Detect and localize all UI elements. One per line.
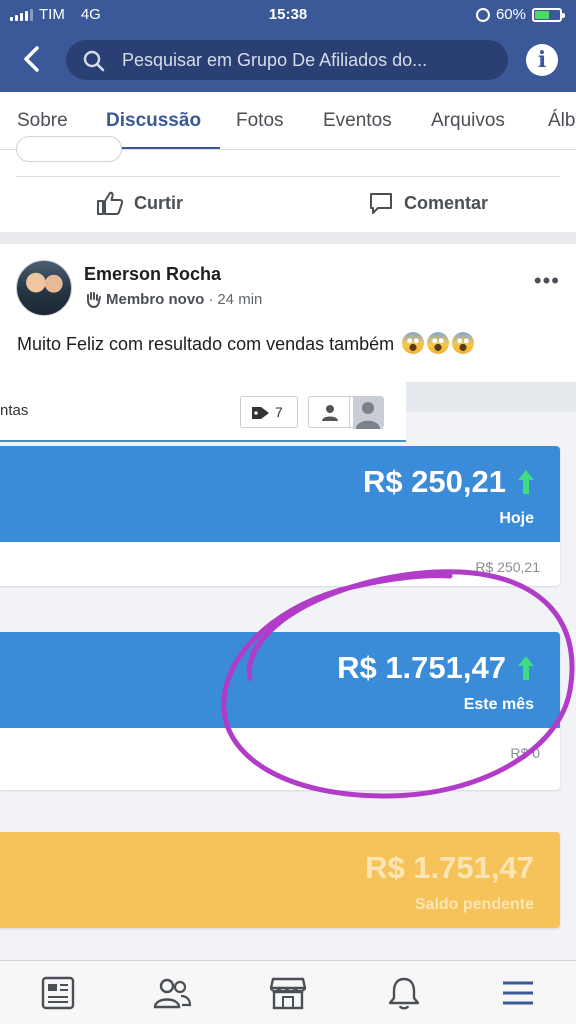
user-icon	[322, 405, 338, 421]
stat-card-month: R$ 1.751,47 Este mês R$ 0	[0, 632, 560, 790]
group-search-input[interactable]: Pesquisar em Grupo De Afiliados do...	[66, 40, 508, 80]
stat-caption: Este mês	[463, 696, 534, 713]
stat-value: R$ 1.751,47	[337, 650, 506, 685]
scream-emoji-icon	[402, 332, 425, 354]
arrow-up-icon	[518, 656, 534, 680]
info-icon: i	[537, 47, 547, 73]
stat-value: R$ 250,21	[362, 464, 506, 499]
bottom-nav	[0, 960, 576, 1024]
marketplace-icon	[269, 977, 307, 1010]
hamburger-menu-icon	[503, 981, 533, 1005]
search-icon	[83, 50, 105, 72]
divider	[349, 397, 350, 427]
photo-header-label: ntas	[0, 402, 29, 419]
tab-sobre[interactable]: Sobre	[17, 110, 68, 132]
comment-label: Comentar	[404, 192, 489, 213]
scream-emoji-icon	[452, 332, 475, 354]
search-placeholder: Pesquisar em Grupo De Afiliados do...	[122, 50, 428, 70]
photo-header: ntas 7	[0, 382, 406, 442]
tab-eventos[interactable]: Eventos	[323, 110, 392, 132]
thumbs-up-icon	[97, 191, 124, 215]
tag-count: 7	[275, 404, 283, 420]
user-badge	[308, 396, 384, 429]
photo-header-strip	[406, 382, 576, 412]
nav-notifications[interactable]	[384, 975, 424, 1011]
app-header: TIM 4G 15:38 60% Pesquisar em Grupo De A…	[0, 0, 576, 92]
stat-caption: Hoje	[499, 510, 534, 527]
post-options-button[interactable]: •••	[534, 268, 560, 294]
nav-news-feed[interactable]	[38, 975, 78, 1011]
post-photo[interactable]: ntas 7 R$ 250,21 Hoje R$ 250,21 R$ 1.751…	[0, 382, 576, 960]
tab-fotos[interactable]: Fotos	[236, 110, 284, 132]
scream-emoji-icon	[427, 332, 450, 354]
comment-button[interactable]: Comentar	[368, 190, 488, 216]
friends-icon	[153, 978, 192, 1009]
tab-arquivos[interactable]: Arquivos	[431, 110, 505, 132]
stat-card-pending: R$ 1.751,47 Saldo pendente	[0, 832, 560, 928]
battery-percent: 60%	[495, 6, 526, 23]
back-button[interactable]	[18, 44, 46, 74]
arrow-up-icon	[518, 470, 534, 494]
tag-badge: 7	[240, 396, 298, 428]
post-meta: Membro novo · 24 min	[84, 290, 262, 308]
stat-caption: Saldo pendente	[414, 896, 534, 913]
battery-icon	[532, 7, 565, 22]
stat-footer: R$ 0	[510, 745, 540, 761]
post-time[interactable]: 24 min	[217, 291, 262, 308]
avatar[interactable]	[16, 260, 72, 316]
previous-post-actions: Curtir Comentar	[0, 136, 576, 232]
bell-icon	[388, 977, 420, 1010]
stat-value: R$ 1.751,47	[365, 850, 534, 885]
news-feed-icon	[41, 976, 75, 1010]
previous-post-chip	[16, 136, 122, 162]
nav-marketplace[interactable]	[268, 975, 308, 1011]
tab-discussao[interactable]: Discussão	[106, 110, 201, 132]
stat-card-today: R$ 250,21 Hoje R$ 250,21	[0, 446, 560, 586]
tag-icon	[252, 407, 269, 419]
post-text: Muito Feliz com resultado com vendas tam…	[17, 332, 475, 355]
stat-footer: R$ 250,21	[475, 559, 540, 575]
divider	[16, 176, 560, 177]
member-role: Membro novo	[106, 290, 205, 308]
comment-icon	[370, 193, 392, 214]
status-bar: TIM 4G 15:38 60%	[0, 0, 576, 30]
chevron-left-icon	[24, 46, 39, 72]
nav-menu[interactable]	[498, 975, 538, 1011]
info-button[interactable]: i	[526, 44, 558, 76]
post-body: Muito Feliz com resultado com vendas tam…	[17, 334, 395, 354]
meta-separator: ·	[208, 290, 214, 308]
profile-silhouette-icon	[353, 397, 383, 429]
rotation-lock-icon	[475, 7, 490, 22]
post-card: Emerson Rocha Membro novo · 24 min ••• M…	[0, 244, 576, 960]
more-icon: •••	[533, 268, 560, 293]
tab-albuns[interactable]: Álb	[548, 110, 575, 132]
like-label: Curtir	[134, 192, 183, 213]
waving-hand-icon	[87, 292, 101, 308]
like-button[interactable]: Curtir	[96, 190, 183, 216]
nav-friends[interactable]	[152, 975, 192, 1011]
post-author[interactable]: Emerson Rocha	[84, 264, 221, 285]
